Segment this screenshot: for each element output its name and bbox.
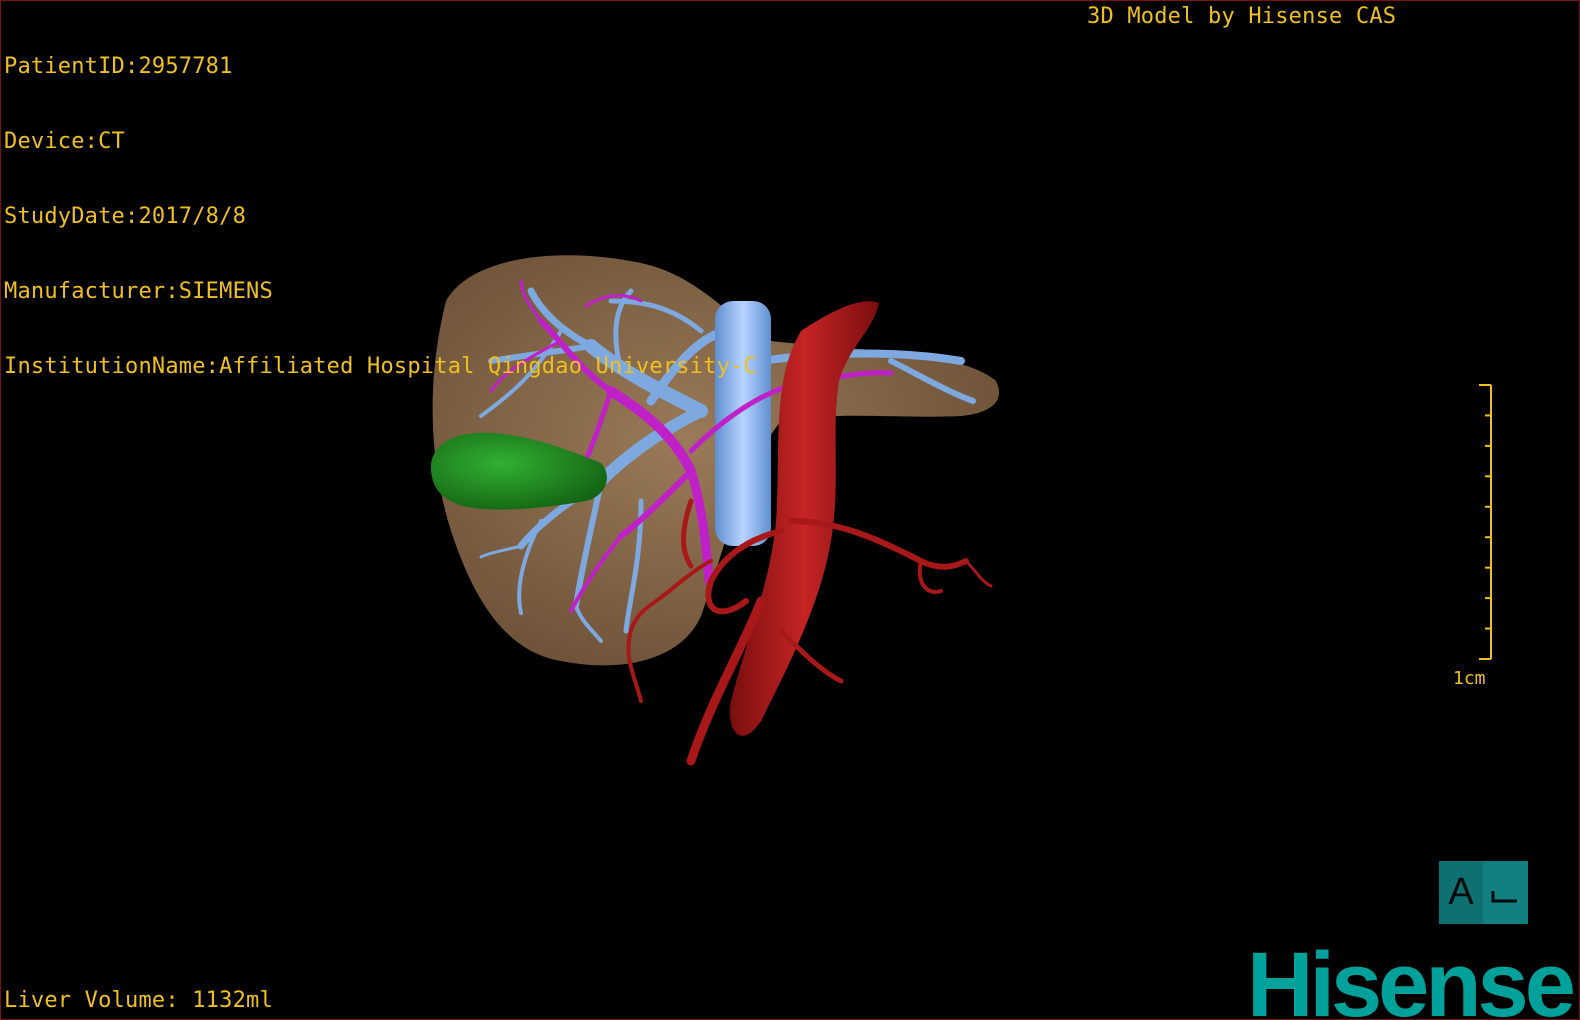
orientation-marker-icon <box>1491 891 1517 903</box>
study-date-text: StudyDate:2017/8/8 <box>4 204 247 229</box>
orientation-face-anterior[interactable]: A <box>1439 861 1483 924</box>
scale-label: 1cm <box>1453 668 1486 689</box>
hisense-logo: Hisense <box>1247 934 1576 1020</box>
orientation-cube[interactable]: A <box>1439 861 1528 924</box>
scale-bar <box>1479 384 1492 660</box>
orientation-face-side[interactable] <box>1483 861 1528 924</box>
liver-volume-text: Liver Volume: 1132ml <box>4 988 273 1013</box>
device-text: Device:CT <box>4 129 126 154</box>
model-credit-text: 3D Model by Hisense CAS <box>1087 4 1397 29</box>
manufacturer-text: Manufacturer:SIEMENS <box>4 279 273 304</box>
3d-viewport[interactable]: PatientID:2957781 Device:CT StudyDate:20… <box>0 0 1580 1020</box>
institution-text: InstitutionName:Affiliated Hospital Qing… <box>4 354 757 379</box>
study-info-overlay: PatientID:2957781 Device:CT StudyDate:20… <box>4 4 757 429</box>
patient-id-text: PatientID:2957781 <box>4 54 233 79</box>
